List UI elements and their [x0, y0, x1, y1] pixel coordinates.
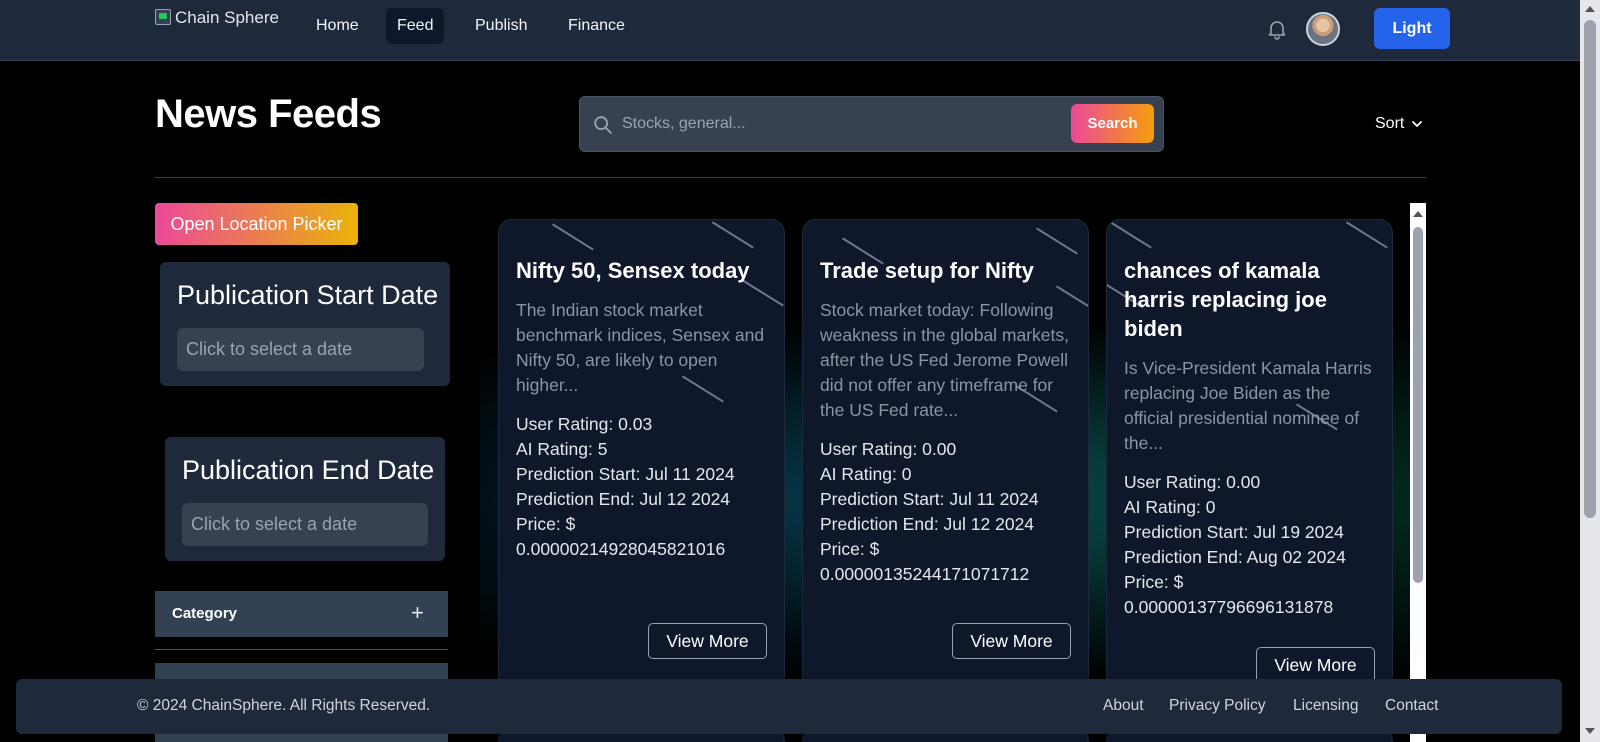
card-title[interactable]: chances of kamala harris replacing joe b… — [1124, 256, 1379, 343]
scroll-up-arrow-icon[interactable] — [1413, 211, 1423, 217]
news-card: chances of kamala harris replacing joe b… — [1106, 219, 1393, 689]
news-card: Trade setup for Nifty Stock market today… — [802, 219, 1089, 689]
category-accordion[interactable]: Category + — [155, 591, 448, 637]
user-rating: User Rating: 0.03 — [516, 414, 653, 434]
decorative-streak — [1346, 221, 1388, 249]
broken-image-icon — [155, 9, 171, 25]
ai-rating: AI Rating: 0 — [1124, 497, 1216, 517]
page-title: News Feeds — [155, 92, 382, 136]
prediction-start: Prediction Start: Jul 11 2024 — [820, 489, 1039, 509]
decorative-streak — [1110, 221, 1152, 249]
price-label: Price: $ — [820, 539, 880, 559]
accordion-divider — [155, 649, 448, 650]
nav-link-home[interactable]: Home — [305, 8, 370, 44]
nav-link-feed[interactable]: Feed — [386, 8, 445, 44]
decorative-streak — [712, 221, 754, 249]
card-stats: User Rating: 0.00 AI Rating: 0 Predictio… — [1124, 470, 1382, 620]
user-rating: User Rating: 0.00 — [1124, 472, 1261, 492]
logo-alt-text: Chain Sphere — [175, 8, 279, 27]
sort-dropdown[interactable]: Sort — [1375, 115, 1424, 133]
top-navbar: Chain Sphere Home Feed Publish Finance L… — [0, 0, 1580, 61]
footer: © 2024 ChainSphere. All Rights Reserved.… — [16, 679, 1562, 734]
cards-scrollbar[interactable] — [1410, 203, 1426, 742]
copyright-text: © 2024 ChainSphere. All Rights Reserved. — [137, 697, 431, 714]
theme-toggle-button[interactable]: Light — [1374, 8, 1450, 49]
prediction-end: Prediction End: Jul 12 2024 — [820, 514, 1035, 534]
card-stats: User Rating: 0.03 AI Rating: 5 Predictio… — [516, 412, 774, 562]
view-more-button[interactable]: View More — [952, 623, 1071, 659]
card-excerpt: Stock market today: Following weakness i… — [820, 300, 1070, 420]
scroll-up-arrow-icon[interactable] — [1585, 6, 1595, 12]
page-scrollbar[interactable] — [1580, 0, 1600, 742]
card-title[interactable]: Trade setup for Nifty — [820, 256, 1075, 285]
news-cards-container: Nifty 50, Sensex today The Indian stock … — [480, 203, 1410, 742]
footer-link-privacy-policy[interactable]: Privacy Policy — [1169, 697, 1265, 715]
footer-link-contact[interactable]: Contact — [1385, 697, 1438, 715]
start-date-title: Publication Start Date — [177, 280, 439, 310]
footer-link-licensing[interactable]: Licensing — [1293, 697, 1359, 715]
price-value: 0.00000135244171071712 — [820, 564, 1030, 584]
footer-link-about[interactable]: About — [1103, 697, 1144, 715]
price-value: 0.00000214928045821016 — [516, 539, 726, 559]
search-button[interactable]: Search — [1071, 104, 1154, 143]
scroll-down-arrow-icon[interactable] — [1585, 728, 1595, 734]
open-location-picker-button[interactable]: Open Location Picker — [155, 203, 358, 245]
prediction-end: Prediction End: Aug 02 2024 — [1124, 547, 1346, 567]
prediction-end: Prediction End: Jul 12 2024 — [516, 489, 731, 509]
prediction-start: Prediction Start: Jul 11 2024 — [516, 464, 735, 484]
nav-link-publish[interactable]: Publish — [464, 8, 538, 44]
search-input[interactable] — [622, 109, 1042, 139]
card-title[interactable]: Nifty 50, Sensex today — [516, 256, 771, 285]
price-value: 0.00000137796696131878 — [1124, 597, 1334, 617]
decorative-streak — [1036, 227, 1078, 255]
scrollbar-thumb[interactable] — [1413, 227, 1423, 583]
chevron-down-icon — [1412, 121, 1423, 127]
price-label: Price: $ — [1124, 572, 1184, 592]
plus-icon[interactable]: + — [411, 600, 424, 626]
price-label: Price: $ — [516, 514, 576, 534]
prediction-start: Prediction Start: Jul 19 2024 — [1124, 522, 1344, 542]
bell-icon[interactable] — [1265, 17, 1289, 41]
ai-rating: AI Rating: 0 — [820, 464, 912, 484]
start-date-input[interactable]: Click to select a date — [177, 328, 424, 371]
card-excerpt: Is Vice-President Kamala Harris replacin… — [1124, 358, 1372, 453]
page: Chain Sphere Home Feed Publish Finance L… — [0, 0, 1600, 742]
end-date-input[interactable]: Click to select a date — [182, 503, 428, 546]
search-box: Search — [579, 96, 1164, 152]
ai-rating: AI Rating: 5 — [516, 439, 608, 459]
nav-link-finance[interactable]: Finance — [557, 8, 636, 44]
decorative-streak — [552, 223, 594, 251]
header-divider — [155, 177, 1426, 178]
end-date-card: Publication End Date Click to select a d… — [165, 437, 445, 561]
view-more-button[interactable]: View More — [1256, 647, 1375, 683]
start-date-card: Publication Start Date Click to select a… — [160, 262, 450, 386]
view-more-button[interactable]: View More — [648, 623, 767, 659]
sort-label: Sort — [1375, 115, 1405, 132]
category-label: Category — [172, 605, 238, 622]
search-icon — [594, 116, 612, 134]
end-date-title: Publication End Date — [182, 455, 435, 485]
user-rating: User Rating: 0.00 — [820, 439, 957, 459]
card-stats: User Rating: 0.00 AI Rating: 0 Predictio… — [820, 437, 1078, 587]
user-avatar[interactable] — [1306, 12, 1340, 46]
logo[interactable]: Chain Sphere — [155, 8, 295, 42]
scrollbar-thumb[interactable] — [1584, 20, 1596, 518]
card-excerpt: The Indian stock market benchmark indice… — [516, 300, 765, 395]
news-card: Nifty 50, Sensex today The Indian stock … — [498, 219, 785, 689]
